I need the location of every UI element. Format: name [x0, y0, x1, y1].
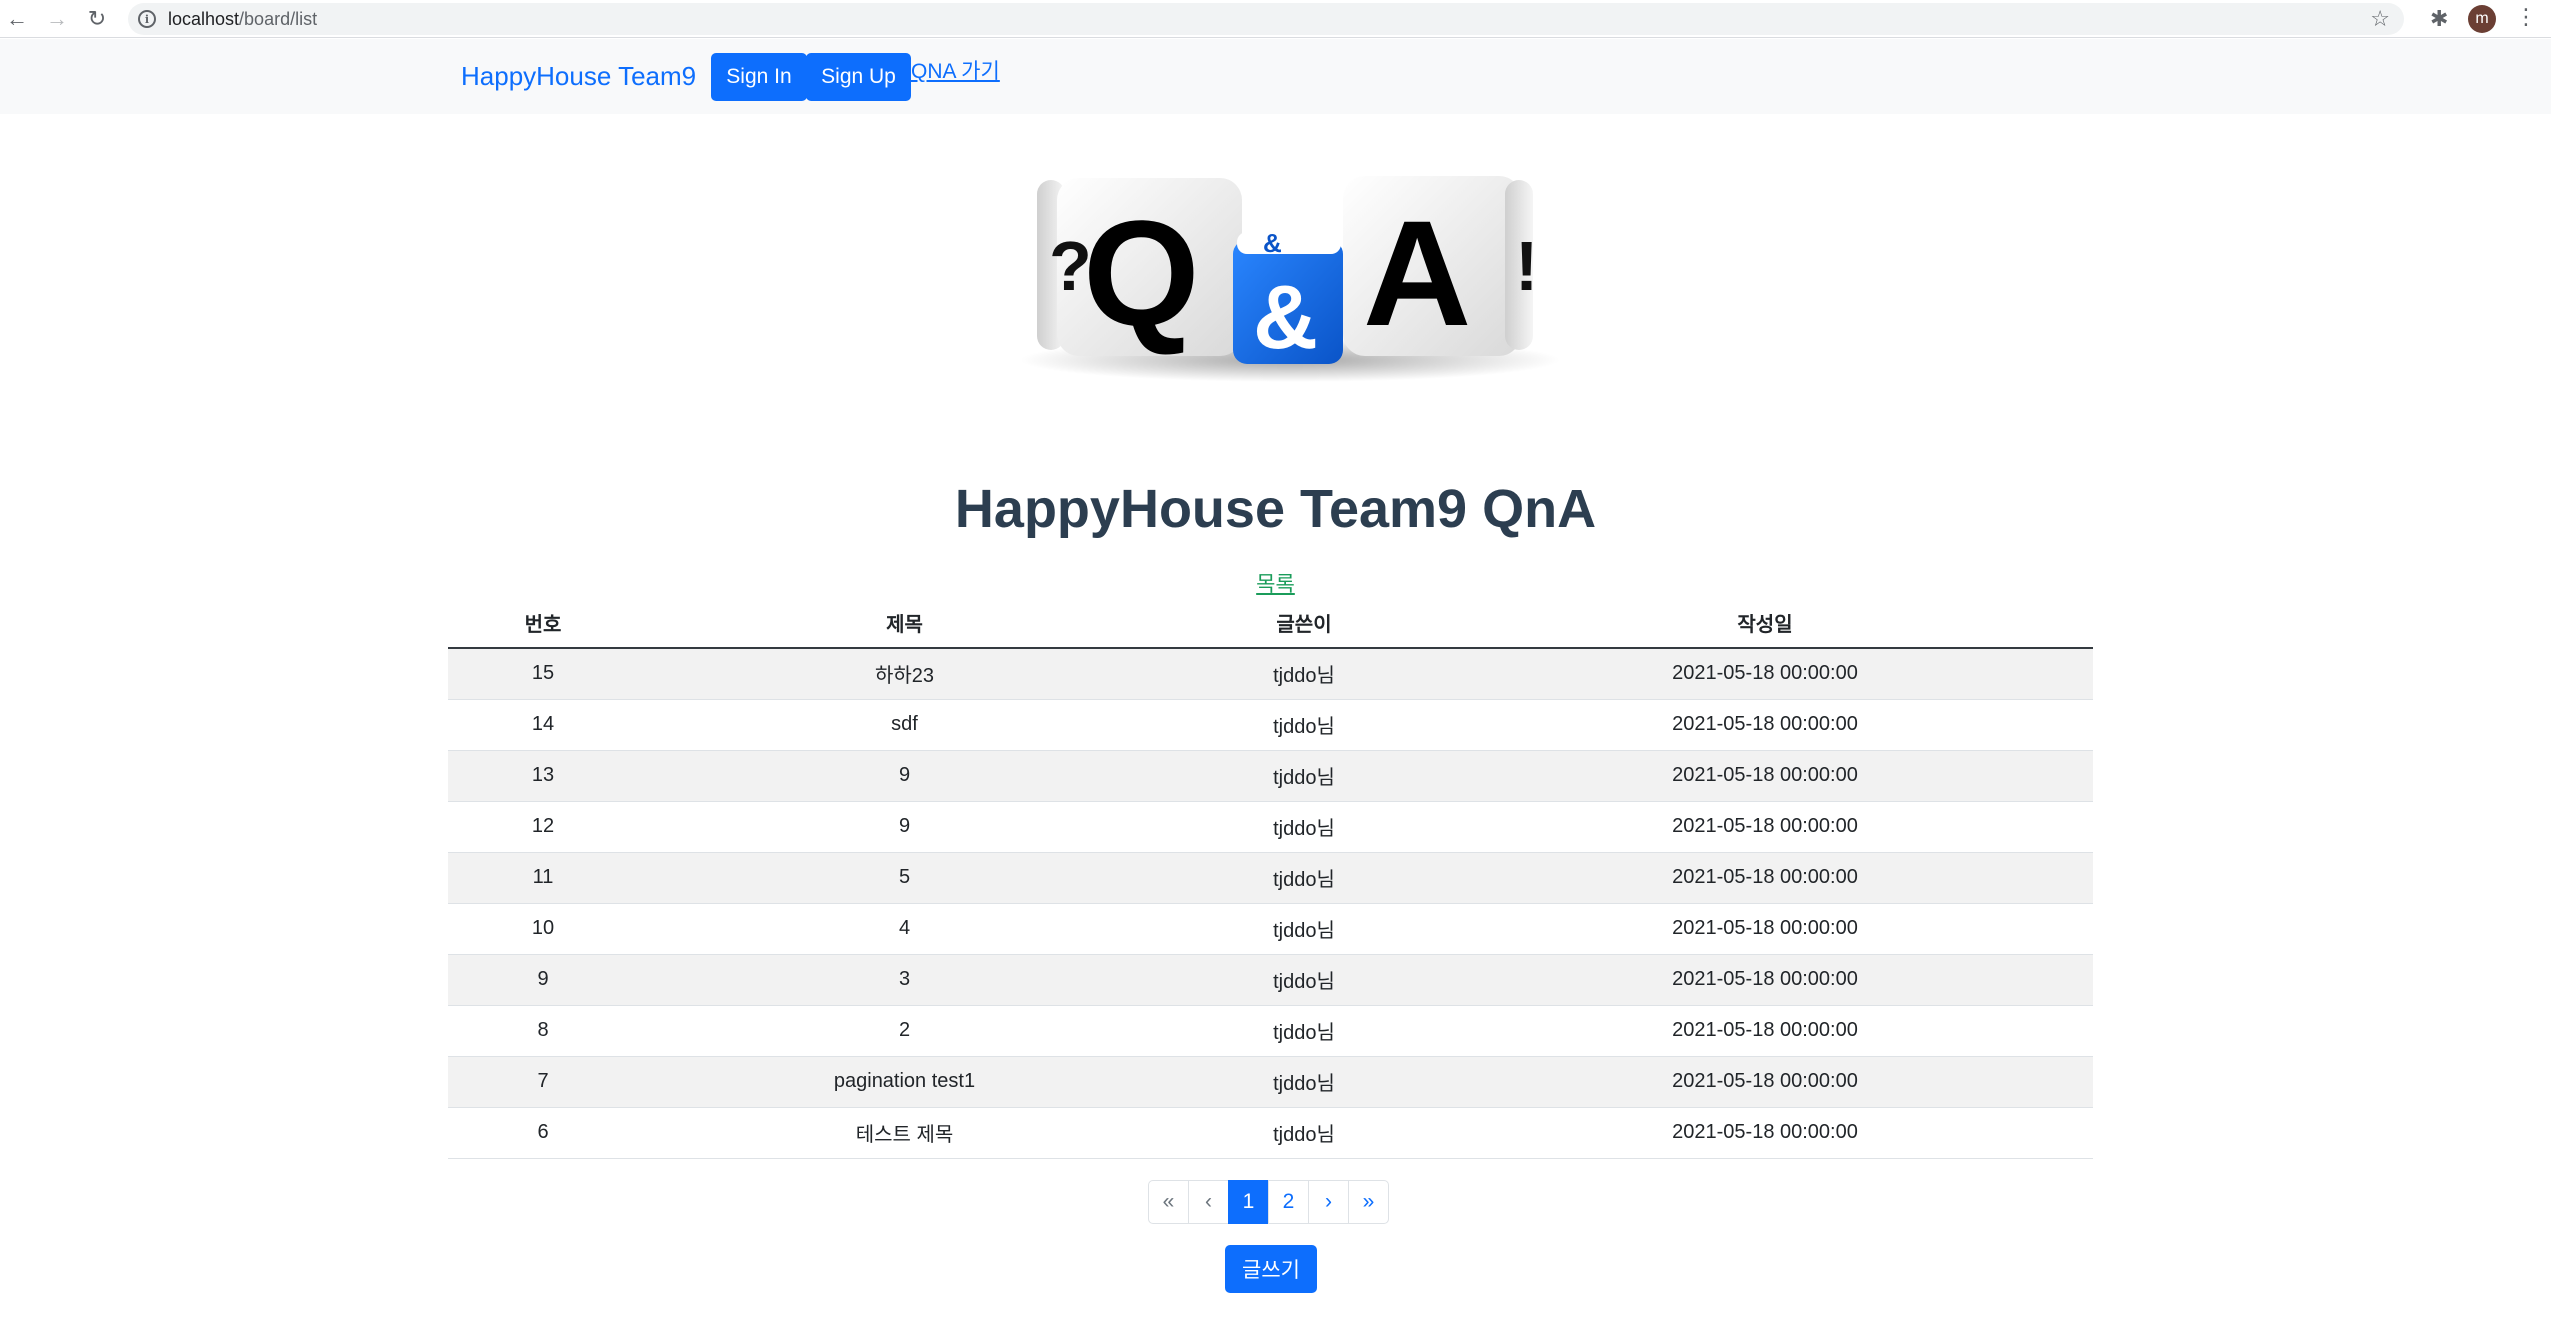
sign-up-button[interactable]: Sign Up [806, 53, 911, 101]
qna-board-table: 번호 제목 글쓴이 작성일 15 하하23 tjddo님 2021-05-18 … [448, 598, 2093, 1159]
cell-number: 14 [448, 699, 638, 751]
cell-date: 2021-05-18 00:00:00 [1437, 648, 2093, 700]
cell-writer: tjddo님 [1171, 1056, 1437, 1108]
cell-date: 2021-05-18 00:00:00 [1437, 699, 2093, 751]
browser-menu-icon[interactable]: ⋮ [2515, 4, 2537, 30]
column-header-number: 번호 [448, 598, 638, 649]
cell-writer: tjddo님 [1171, 699, 1437, 751]
qna-dice-logo: ? Q & & A ! [1020, 176, 1560, 382]
page-number-button[interactable]: 2 [1268, 1180, 1309, 1224]
cell-number: 10 [448, 903, 638, 955]
table-row[interactable]: 6 테스트 제목 tjddo님 2021-05-18 00:00:00 [448, 1107, 2093, 1159]
svg-text:&: & [1263, 228, 1282, 258]
cell-writer: tjddo님 [1171, 852, 1437, 904]
letter-a-glyph: A [1363, 189, 1471, 357]
page-prev-button[interactable]: ‹ [1188, 1180, 1229, 1224]
cell-title[interactable]: 3 [638, 954, 1171, 1006]
cell-writer: tjddo님 [1171, 954, 1437, 1006]
cell-writer: tjddo님 [1171, 750, 1437, 802]
cell-date: 2021-05-18 00:00:00 [1437, 801, 2093, 853]
table-row[interactable]: 15 하하23 tjddo님 2021-05-18 00:00:00 [448, 648, 2093, 700]
address-bar[interactable]: i localhost/board/list ☆ [128, 3, 2404, 35]
app-navbar: HappyHouse Team9 Sign In Sign Up QNA 가기 [0, 39, 2551, 114]
write-post-button[interactable]: 글쓰기 [1225, 1245, 1317, 1293]
page-next-button[interactable]: › [1308, 1180, 1349, 1224]
extensions-puzzle-icon[interactable]: ✱ [2430, 6, 2448, 32]
qna-link[interactable]: QNA 가기 [911, 55, 1000, 85]
list-link[interactable]: 목록 [1256, 573, 1295, 596]
table-row[interactable]: 7 pagination test1 tjddo님 2021-05-18 00:… [448, 1056, 2093, 1108]
cell-title[interactable]: 9 [638, 801, 1171, 853]
cell-date: 2021-05-18 00:00:00 [1437, 852, 2093, 904]
table-row[interactable]: 9 3 tjddo님 2021-05-18 00:00:00 [448, 954, 2093, 1006]
cell-title[interactable]: 테스트 제목 [638, 1107, 1171, 1159]
ampersand-glyph: & [1253, 268, 1318, 368]
cell-title[interactable]: 하하23 [638, 648, 1171, 700]
table-row[interactable]: 14 sdf tjddo님 2021-05-18 00:00:00 [448, 699, 2093, 751]
cell-date: 2021-05-18 00:00:00 [1437, 750, 2093, 802]
table-row[interactable]: 8 2 tjddo님 2021-05-18 00:00:00 [448, 1005, 2093, 1057]
cell-title[interactable]: pagination test1 [638, 1056, 1171, 1108]
cell-title[interactable]: 5 [638, 852, 1171, 904]
sign-in-button[interactable]: Sign In [711, 53, 807, 101]
cell-number: 7 [448, 1056, 638, 1108]
table-header-row: 번호 제목 글쓴이 작성일 [448, 598, 2093, 649]
pagination: « ‹ 1 2 › » [1148, 1180, 1389, 1224]
cell-title[interactable]: 9 [638, 750, 1171, 802]
cell-date: 2021-05-18 00:00:00 [1437, 903, 2093, 955]
table-row[interactable]: 11 5 tjddo님 2021-05-18 00:00:00 [448, 852, 2093, 904]
cell-title[interactable]: 4 [638, 903, 1171, 955]
forward-icon[interactable]: → [42, 4, 72, 34]
cell-number: 6 [448, 1107, 638, 1159]
cell-writer: tjddo님 [1171, 1005, 1437, 1057]
column-header-writer: 글쓴이 [1171, 598, 1437, 649]
cell-number: 12 [448, 801, 638, 853]
cell-number: 13 [448, 750, 638, 802]
column-header-title: 제목 [638, 598, 1171, 649]
cell-date: 2021-05-18 00:00:00 [1437, 1005, 2093, 1057]
cell-date: 2021-05-18 00:00:00 [1437, 954, 2093, 1006]
column-header-date: 작성일 [1437, 598, 2093, 649]
page-number-button[interactable]: 1 [1228, 1180, 1269, 1224]
cell-number: 11 [448, 852, 638, 904]
cell-date: 2021-05-18 00:00:00 [1437, 1056, 2093, 1108]
bookmark-star-icon[interactable]: ☆ [2370, 6, 2390, 32]
cell-writer: tjddo님 [1171, 801, 1437, 853]
reload-icon[interactable]: ↻ [82, 4, 112, 34]
list-link-wrap: 목록 [0, 568, 2551, 598]
table-row[interactable]: 10 4 tjddo님 2021-05-18 00:00:00 [448, 903, 2093, 955]
address-url[interactable]: localhost/board/list [168, 9, 317, 30]
cell-title[interactable]: 2 [638, 1005, 1171, 1057]
browser-toolbar: ← → ↻ i localhost/board/list ☆ ✱ m ⋮ [0, 0, 2551, 38]
cell-writer: tjddo님 [1171, 1107, 1437, 1159]
cell-number: 9 [448, 954, 638, 1006]
page-first-button[interactable]: « [1148, 1180, 1189, 1224]
cell-writer: tjddo님 [1171, 648, 1437, 700]
profile-avatar[interactable]: m [2468, 5, 2496, 33]
cell-title[interactable]: sdf [638, 699, 1171, 751]
navbar-brand[interactable]: HappyHouse Team9 [461, 61, 696, 92]
cell-writer: tjddo님 [1171, 903, 1437, 955]
cell-number: 15 [448, 648, 638, 700]
cell-date: 2021-05-18 00:00:00 [1437, 1107, 2093, 1159]
table-row[interactable]: 13 9 tjddo님 2021-05-18 00:00:00 [448, 750, 2093, 802]
cell-number: 8 [448, 1005, 638, 1057]
back-icon[interactable]: ← [2, 4, 32, 34]
exclamation-glyph: ! [1515, 227, 1538, 305]
letter-q-glyph: Q [1083, 189, 1200, 357]
page-last-button[interactable]: » [1348, 1180, 1389, 1224]
table-row[interactable]: 12 9 tjddo님 2021-05-18 00:00:00 [448, 801, 2093, 853]
site-info-icon[interactable]: i [138, 10, 156, 28]
page-title: HappyHouse Team9 QnA [954, 479, 1597, 539]
